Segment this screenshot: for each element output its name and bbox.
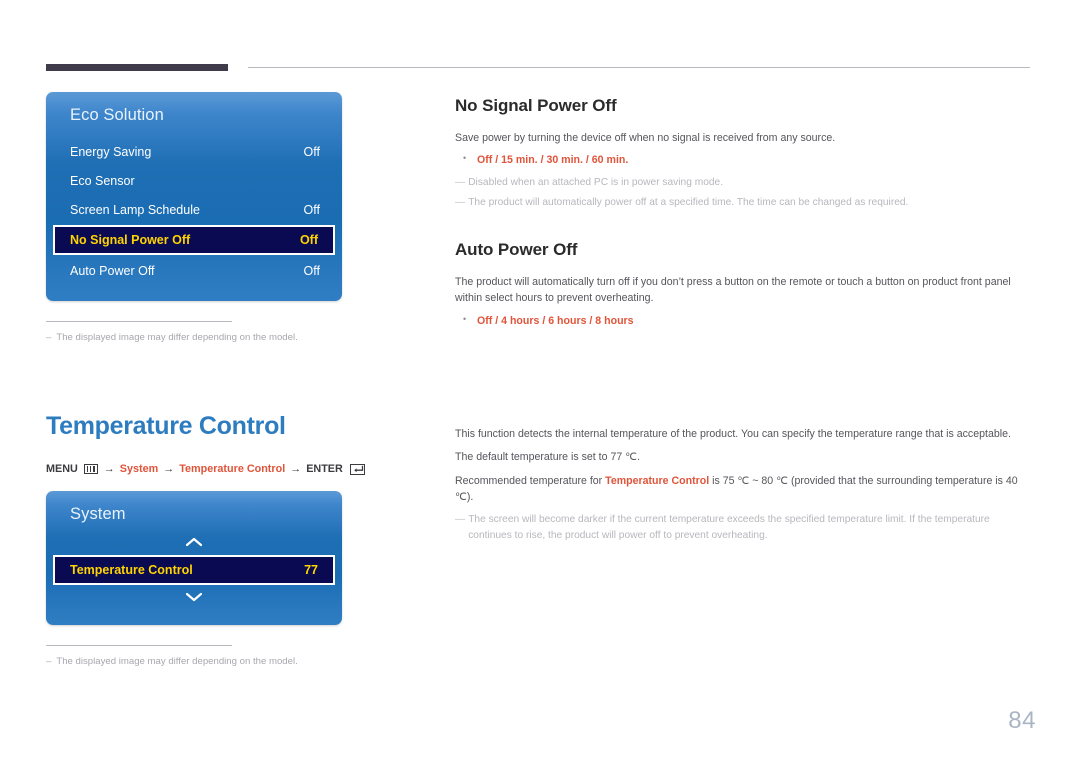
- header-rule: [248, 67, 1030, 68]
- osd-panel-eco-solution: Eco Solution Energy Saving Off Eco Senso…: [46, 92, 342, 301]
- manual-page: Eco Solution Energy Saving Off Eco Senso…: [0, 0, 1080, 763]
- note-dash: –: [46, 332, 52, 343]
- heading-no-signal-power-off: No Signal Power Off: [455, 96, 617, 115]
- paragraph-auto-power-off: The product will automatically turn off …: [455, 275, 1011, 305]
- paragraph-temp-3-pre: Recommended temperature for: [455, 474, 606, 487]
- paragraph-temp-2: The default temperature is set to 77 ℃.: [455, 451, 641, 464]
- osd-row-auto-power-off[interactable]: Auto Power Off Off: [46, 256, 342, 285]
- osd-row-value: Off: [303, 202, 320, 217]
- breadcrumb-menu-label: MENU: [46, 463, 78, 476]
- option-default: Off: [477, 314, 493, 327]
- osd-row-label: Eco Sensor: [70, 173, 135, 188]
- heading-auto-power-off: Auto Power Off: [455, 239, 578, 259]
- osd-row-value: Off: [299, 233, 318, 247]
- note-text: The product will automatically power off…: [468, 196, 909, 208]
- scroll-up-arrow[interactable]: [46, 536, 342, 554]
- note-text: The screen will become darker if the cur…: [468, 514, 990, 541]
- breadcrumb-item-system: System: [119, 463, 159, 476]
- breadcrumb-arrow: →: [290, 463, 302, 476]
- paragraph-no-signal: Save power by turning the device off whe…: [455, 132, 836, 144]
- image-note-block-2: – The displayed image may differ dependi…: [46, 645, 342, 668]
- osd-row-temperature-control[interactable]: Temperature Control 77: [53, 555, 335, 586]
- osd-panel-system: System Temperature Control 77: [46, 491, 342, 626]
- paragraph-temp-1: This function detects the internal tempe…: [455, 427, 1011, 440]
- image-note-rule: [46, 645, 232, 647]
- right-column: No Signal Power Off Save power by turnin…: [455, 96, 1030, 547]
- osd-row-energy-saving[interactable]: Energy Saving Off: [46, 137, 342, 166]
- osd-title: Eco Solution: [70, 106, 164, 124]
- left-column: Eco Solution Energy Saving Off Eco Senso…: [46, 92, 416, 669]
- note-auto-power-time: — The product will automatically power o…: [455, 195, 1030, 210]
- temperature-description: This function detects the internal tempe…: [455, 426, 1030, 543]
- note-dash: –: [46, 656, 52, 668]
- note-disabled-pc: — Disabled when an attached PC is in pow…: [455, 175, 1030, 190]
- menu-icon: [83, 464, 98, 475]
- osd-row-label: Screen Lamp Schedule: [70, 202, 200, 217]
- paragraph-temp-3-highlight: Temperature Control: [605, 474, 710, 487]
- options-list-auto-power: Off / 4 hours / 6 hours / 8 hours: [455, 312, 1030, 330]
- note-dash: —: [455, 514, 465, 526]
- osd-row-value: Off: [303, 144, 320, 159]
- image-note: – The displayed image may differ dependi…: [46, 655, 342, 668]
- osd-row-label: Auto Power Off: [70, 263, 155, 278]
- note-text: The displayed image may differ depending…: [56, 332, 298, 343]
- osd-row-label: Energy Saving: [70, 144, 152, 159]
- option-default: Off: [477, 154, 493, 167]
- note-dash: —: [455, 177, 465, 189]
- osd-row-value: Off: [303, 263, 320, 278]
- note-dash: —: [455, 196, 465, 208]
- note-text: The displayed image may differ depending…: [56, 656, 298, 668]
- temperature-control-block: Temperature Control MENU → System → Temp…: [46, 412, 416, 668]
- breadcrumb: MENU → System → Temperature Control → EN…: [46, 463, 416, 475]
- breadcrumb-enter-label: ENTER: [306, 463, 343, 476]
- option-item: Off / 4 hours / 6 hours / 8 hours: [455, 312, 1030, 330]
- option-rest: / 4 hours / 6 hours / 8 hours: [492, 314, 634, 327]
- breadcrumb-item-temperature-control: Temperature Control: [179, 463, 286, 476]
- osd-title: System: [70, 505, 126, 524]
- options-list-no-signal: Off / 15 min. / 30 min. / 60 min.: [455, 151, 1030, 169]
- breadcrumb-arrow: →: [163, 463, 175, 476]
- note-text: Disabled when an attached PC is in power…: [468, 177, 724, 189]
- option-rest: / 15 min. / 30 min. / 60 min.: [492, 154, 629, 167]
- option-item: Off / 15 min. / 30 min. / 60 min.: [455, 151, 1030, 169]
- note-temperature-limit: — The screen will become darker if the c…: [455, 512, 1030, 543]
- scroll-down-arrow[interactable]: [46, 591, 342, 609]
- enter-icon: [349, 463, 365, 475]
- page-number: 84: [1008, 707, 1036, 734]
- image-note-block-1: – The displayed image may differ dependi…: [46, 321, 342, 344]
- breadcrumb-arrow: →: [103, 463, 115, 476]
- osd-row-value: 77: [304, 563, 318, 578]
- osd-row-screen-lamp-schedule[interactable]: Screen Lamp Schedule Off: [46, 195, 342, 224]
- osd-row-eco-sensor[interactable]: Eco Sensor: [46, 166, 342, 195]
- osd-row-no-signal-power-off[interactable]: No Signal Power Off Off: [53, 225, 335, 255]
- osd-row-label: No Signal Power Off: [70, 233, 191, 247]
- paragraph-temp-3: Recommended temperature for Temperature …: [455, 473, 1030, 506]
- image-note: – The displayed image may differ dependi…: [46, 331, 342, 344]
- header-accent-bar: [46, 64, 228, 71]
- page-title: Temperature Control: [46, 412, 286, 441]
- osd-row-label: Temperature Control: [70, 563, 193, 578]
- image-note-rule: [46, 321, 232, 322]
